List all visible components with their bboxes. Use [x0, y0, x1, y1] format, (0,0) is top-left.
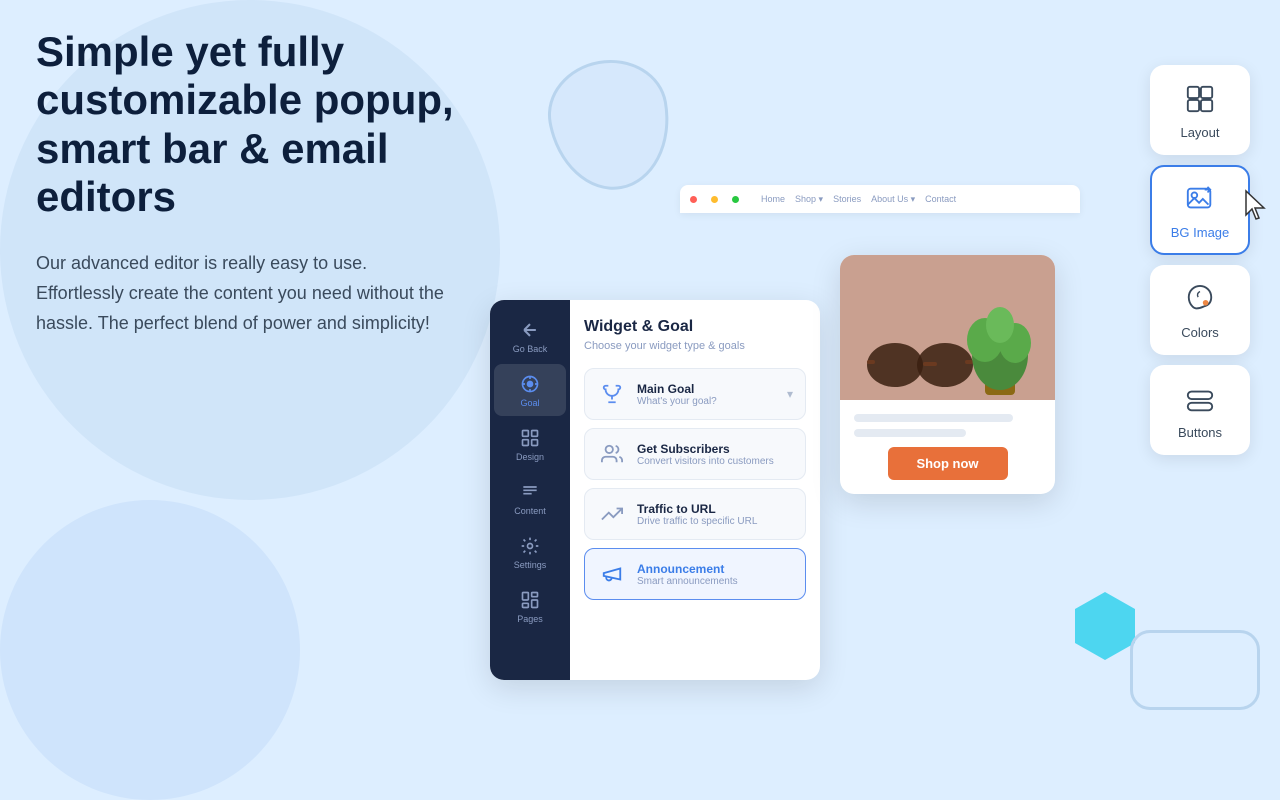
plant-decoration	[965, 295, 1035, 395]
layout-label: Layout	[1180, 125, 1219, 140]
bg-image-icon	[1182, 181, 1218, 217]
tool-colors[interactable]: Colors	[1150, 265, 1250, 355]
sidebar-go-back[interactable]: Go Back	[494, 310, 566, 362]
goal-subscribers[interactable]: Get Subscribers Convert visitors into cu…	[584, 428, 806, 480]
sunglasses-decoration	[860, 330, 980, 390]
deco-shape	[540, 51, 681, 200]
goal-main-desc: What's your goal?	[637, 396, 777, 407]
widget-sidebar: Go Back Goal Design Con	[490, 300, 570, 680]
nav-about[interactable]: About Us ▾	[871, 194, 915, 205]
goal-traffic-text: Traffic to URL Drive traffic to specific…	[637, 502, 793, 527]
nav-home[interactable]: Home	[761, 194, 785, 205]
browser-bar: Home Shop ▾ Stories About Us ▾ Contact	[680, 185, 1080, 213]
left-panel: Simple yet fully customizable popup, sma…	[36, 28, 456, 338]
widget-title: Widget & Goal	[584, 318, 806, 336]
preview-line-1	[854, 414, 1013, 422]
preview-line-2	[854, 429, 966, 437]
trophy-icon	[597, 379, 627, 409]
bg-blob-2	[0, 500, 300, 800]
browser-nav: Home Shop ▾ Stories About Us ▾ Contact	[761, 194, 956, 205]
widget-panel: Go Back Goal Design Con	[490, 300, 820, 680]
buttons-icon	[1182, 381, 1218, 417]
goal-subscribers-text: Get Subscribers Convert visitors into cu…	[637, 442, 793, 467]
shop-now-button[interactable]: Shop now	[888, 447, 1008, 480]
goal-traffic-desc: Drive traffic to specific URL	[637, 516, 793, 527]
goal-main-arrow: ▾	[787, 387, 793, 401]
browser-dot-red	[690, 196, 697, 203]
goal-traffic[interactable]: Traffic to URL Drive traffic to specific…	[584, 488, 806, 540]
browser-dot-yellow	[711, 196, 718, 203]
subscribers-icon	[597, 439, 627, 469]
browser-dot-green	[732, 196, 739, 203]
sidebar-pages[interactable]: Pages	[494, 580, 566, 632]
goal-announcement[interactable]: Announcement Smart announcements	[584, 548, 806, 600]
headline: Simple yet fully customizable popup, sma…	[36, 28, 456, 221]
preview-card: Shop now	[840, 255, 1055, 494]
widget-subtitle: Choose your widget type & goals	[584, 340, 806, 352]
sidebar-goal-label: Goal	[520, 398, 539, 408]
nav-contact[interactable]: Contact	[925, 194, 956, 205]
tool-layout[interactable]: Layout	[1150, 65, 1250, 155]
sidebar-design[interactable]: Design	[494, 418, 566, 470]
sidebar-back-label: Go Back	[513, 344, 548, 354]
tool-bg-image[interactable]: BG Image	[1150, 165, 1250, 255]
hex-decoration	[1075, 592, 1135, 660]
subtext: Our advanced editor is really easy to us…	[36, 249, 456, 338]
preview-image	[840, 255, 1055, 400]
colors-label: Colors	[1181, 325, 1219, 340]
goal-subscribers-desc: Convert visitors into customers	[637, 456, 793, 467]
buttons-label: Buttons	[1178, 425, 1222, 440]
bg-image-label: BG Image	[1171, 225, 1230, 240]
traffic-icon	[597, 499, 627, 529]
nav-stories[interactable]: Stories	[833, 194, 861, 205]
sidebar-content-label: Content	[514, 506, 546, 516]
goal-announcement-desc: Smart announcements	[637, 576, 793, 587]
deco-rect	[1130, 630, 1260, 710]
tool-buttons[interactable]: Buttons	[1150, 365, 1250, 455]
sidebar-settings-label: Settings	[514, 560, 547, 570]
goal-announcement-name: Announcement	[637, 562, 793, 576]
sidebar-goal[interactable]: Goal	[494, 364, 566, 416]
tools-panel: Layout BG Image Colors	[1150, 65, 1250, 455]
goal-subscribers-name: Get Subscribers	[637, 442, 793, 456]
colors-icon	[1182, 281, 1218, 317]
goal-announcement-text: Announcement Smart announcements	[637, 562, 793, 587]
layout-icon	[1182, 81, 1218, 117]
sidebar-settings[interactable]: Settings	[494, 526, 566, 578]
goal-main[interactable]: Main Goal What's your goal? ▾	[584, 368, 806, 420]
nav-shop[interactable]: Shop ▾	[795, 194, 823, 205]
goal-main-name: Main Goal	[637, 382, 777, 396]
cursor-arrow	[1242, 189, 1270, 226]
widget-content: Widget & Goal Choose your widget type & …	[570, 300, 820, 680]
sidebar-pages-label: Pages	[517, 614, 543, 624]
preview-body: Shop now	[840, 400, 1055, 494]
goal-main-text: Main Goal What's your goal?	[637, 382, 777, 407]
goal-traffic-name: Traffic to URL	[637, 502, 793, 516]
sidebar-content[interactable]: Content	[494, 472, 566, 524]
sidebar-design-label: Design	[516, 452, 544, 462]
announcement-icon	[597, 559, 627, 589]
